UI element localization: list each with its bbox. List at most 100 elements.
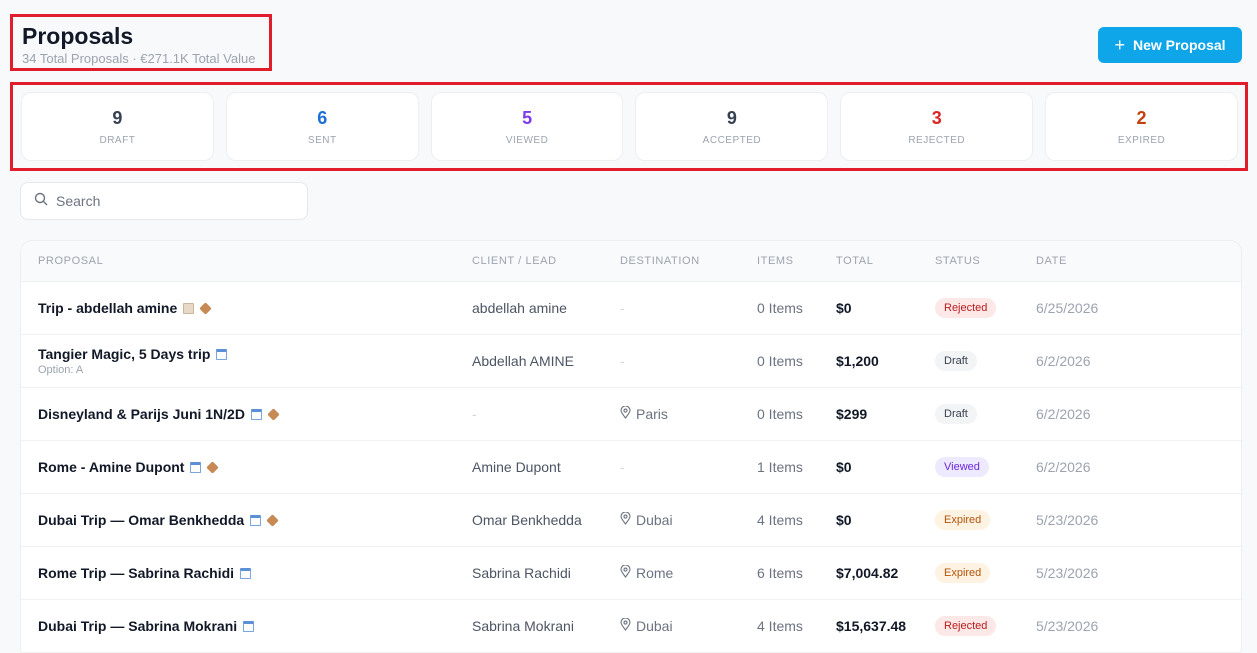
client-cell: Sabrina Mokrani bbox=[472, 618, 574, 634]
stat-card-accepted[interactable]: 9 ACCEPTED bbox=[635, 92, 829, 161]
total-cell: $15,637.48 bbox=[836, 618, 907, 634]
destination-text: Dubai bbox=[636, 618, 673, 634]
destination-cell: Dubai bbox=[620, 617, 673, 634]
stat-value: 2 bbox=[1136, 108, 1147, 128]
new-proposal-button[interactable]: + New Proposal bbox=[1098, 27, 1242, 63]
package-icon bbox=[199, 301, 212, 315]
stat-label: DRAFT bbox=[99, 135, 136, 146]
stat-value: 9 bbox=[112, 108, 123, 128]
location-pin-icon bbox=[620, 511, 631, 528]
items-cell: 6 Items bbox=[757, 565, 803, 581]
column-header-total[interactable]: TOTAL bbox=[836, 255, 873, 267]
column-header-client[interactable]: CLIENT / LEAD bbox=[472, 255, 557, 267]
column-header-date[interactable]: DATE bbox=[1036, 255, 1067, 267]
proposal-cell: Dubai Trip — Omar Benkhedda bbox=[38, 512, 279, 528]
package-icon bbox=[267, 407, 280, 421]
destination-text: Rome bbox=[636, 565, 674, 581]
total-cell: $0 bbox=[836, 300, 852, 316]
page-title: Proposals bbox=[22, 23, 134, 49]
destination-text: Paris bbox=[636, 406, 668, 422]
client-cell: Abdellah AMINE bbox=[472, 353, 574, 369]
status-badge: Viewed bbox=[935, 457, 989, 477]
location-pin-icon bbox=[620, 564, 631, 581]
search-icon bbox=[34, 192, 48, 211]
stat-card-sent[interactable]: 6 SENT bbox=[225, 92, 419, 161]
proposal-name[interactable]: Rome Trip — Sabrina Rachidi bbox=[38, 565, 234, 581]
destination-cell: - bbox=[620, 300, 625, 316]
client-cell: abdellah amine bbox=[472, 300, 567, 316]
calendar-icon bbox=[190, 461, 202, 473]
table-row[interactable]: Dubai Trip — Omar Benkhedda Omar Benkhedd… bbox=[21, 494, 1241, 547]
proposals-table: PROPOSAL CLIENT / LEAD DESTINATION ITEMS… bbox=[20, 240, 1242, 653]
new-proposal-label: New Proposal bbox=[1132, 37, 1226, 53]
total-cell: $7,004.82 bbox=[836, 565, 899, 581]
location-pin-icon bbox=[620, 617, 631, 634]
table-row[interactable]: Rome - Amine Dupont Amine Dupont - 1 Items $… bbox=[21, 441, 1241, 494]
table-body: Trip - abdellah amine abdellah amine - 0 It… bbox=[21, 282, 1241, 653]
calendar-icon bbox=[250, 408, 262, 420]
stat-value: 3 bbox=[931, 108, 942, 128]
stat-label: SENT bbox=[307, 135, 337, 146]
proposal-name[interactable]: Dubai Trip — Omar Benkhedda bbox=[38, 512, 244, 528]
proposal-cell: Rome - Amine Dupont bbox=[38, 459, 220, 475]
stat-card-expired[interactable]: 2 EXPIRED bbox=[1045, 92, 1238, 161]
date-cell: 6/2/2026 bbox=[1036, 459, 1091, 475]
proposal-cell: Tangier Magic, 5 Days trip Option: A bbox=[38, 346, 228, 376]
column-header-status[interactable]: STATUS bbox=[935, 255, 980, 267]
location-pin-icon bbox=[620, 405, 631, 422]
destination-cell: - bbox=[620, 459, 625, 475]
status-badge: Expired bbox=[935, 510, 991, 530]
destination-cell: - bbox=[620, 353, 625, 369]
proposal-name[interactable]: Disneyland & Parijs Juni 1N/2D bbox=[38, 406, 245, 422]
destination-text: - bbox=[620, 353, 625, 369]
client-cell: Amine Dupont bbox=[472, 459, 561, 475]
table-row[interactable]: Tangier Magic, 5 Days trip Option: A Abdel… bbox=[21, 335, 1241, 388]
stat-label: VIEWED bbox=[505, 135, 549, 146]
items-cell: 0 Items bbox=[757, 300, 803, 316]
proposal-name[interactable]: Rome - Amine Dupont bbox=[38, 459, 184, 475]
total-cell: $0 bbox=[836, 512, 852, 528]
stat-card-viewed[interactable]: 5 VIEWED bbox=[430, 92, 624, 161]
client-cell: Sabrina Rachidi bbox=[472, 565, 571, 581]
status-cell: Draft bbox=[935, 404, 977, 424]
table-row[interactable]: Dubai Trip — Sabrina Mokrani Sabrina Mokr… bbox=[21, 600, 1241, 653]
status-summary: 9 DRAFT 6 SENT 5 VIEWED 9 ACCEPTED 3 REJECTED… bbox=[10, 82, 1248, 171]
date-cell: 5/23/2026 bbox=[1036, 618, 1099, 634]
client-cell: Omar Benkhedda bbox=[472, 512, 582, 528]
status-badge: Expired bbox=[935, 563, 991, 583]
status-badge: Rejected bbox=[935, 298, 997, 318]
table-row[interactable]: Trip - abdellah amine abdellah amine - 0 It… bbox=[21, 282, 1241, 335]
proposal-name[interactable]: Dubai Trip — Sabrina Mokrani bbox=[38, 618, 237, 634]
calendar-icon bbox=[243, 620, 255, 632]
calendar-icon bbox=[216, 348, 228, 360]
column-header-items[interactable]: ITEMS bbox=[757, 255, 794, 267]
status-cell: Rejected bbox=[935, 298, 997, 318]
stat-card-rejected[interactable]: 3 REJECTED bbox=[840, 92, 1034, 161]
status-badge: Rejected bbox=[935, 616, 997, 636]
search-box bbox=[20, 182, 308, 220]
proposal-cell: Trip - abdellah amine bbox=[38, 300, 212, 316]
status-cell: Rejected bbox=[935, 616, 997, 636]
proposal-name[interactable]: Trip - abdellah amine bbox=[38, 300, 177, 316]
stat-label: REJECTED bbox=[908, 135, 966, 146]
status-cell: Expired bbox=[935, 510, 991, 530]
search-input[interactable] bbox=[56, 193, 286, 209]
column-header-destination[interactable]: DESTINATION bbox=[620, 255, 700, 267]
plus-icon: + bbox=[1114, 34, 1125, 55]
destination-cell: Dubai bbox=[620, 511, 673, 528]
page-subtitle: 34 Total Proposals · €271.1K Total Value bbox=[22, 51, 256, 66]
total-cell: $1,200 bbox=[836, 353, 879, 369]
status-cell: Viewed bbox=[935, 457, 989, 477]
total-cell: $299 bbox=[836, 406, 868, 422]
date-cell: 6/2/2026 bbox=[1036, 353, 1091, 369]
proposal-name[interactable]: Tangier Magic, 5 Days trip bbox=[38, 346, 210, 362]
table-row[interactable]: Disneyland & Parijs Juni 1N/2D - Paris 0 It… bbox=[21, 388, 1241, 441]
calendar-icon bbox=[240, 567, 252, 579]
table-row[interactable]: Rome Trip — Sabrina Rachidi Sabrina Rachi… bbox=[21, 547, 1241, 600]
column-header-proposal[interactable]: PROPOSAL bbox=[38, 255, 103, 267]
note-icon bbox=[183, 302, 195, 314]
status-cell: Expired bbox=[935, 563, 991, 583]
calendar-icon bbox=[250, 514, 262, 526]
stat-card-draft[interactable]: 9 DRAFT bbox=[21, 92, 214, 161]
destination-text: - bbox=[620, 300, 625, 316]
